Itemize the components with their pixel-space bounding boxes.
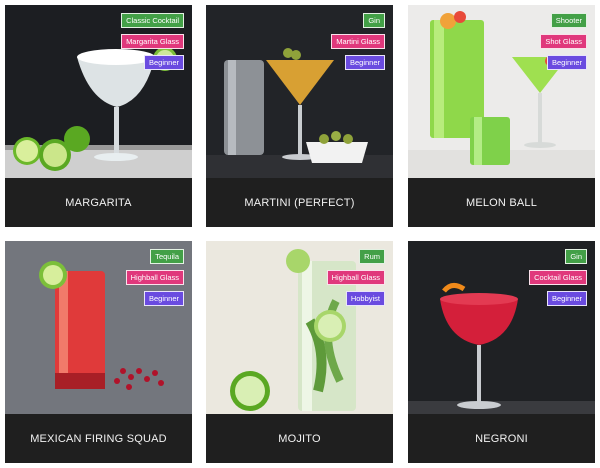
spirit-tag[interactable]: Shooter: [550, 13, 587, 28]
glass-tag[interactable]: Highball Glass: [326, 270, 385, 285]
glass-tag[interactable]: Cocktail Glass: [529, 270, 587, 285]
level-tag[interactable]: Beginner: [546, 291, 587, 306]
cocktail-name[interactable]: NEGRONI: [408, 414, 595, 463]
level-tag[interactable]: Beginner: [143, 291, 184, 306]
spirit-tag[interactable]: Classic Cocktail: [121, 13, 184, 28]
cocktail-card-melon-ball[interactable]: Shooter Shot Glass Beginner MELON BALL: [408, 5, 595, 227]
cocktail-name[interactable]: MOJITO: [206, 414, 393, 463]
cocktail-name[interactable]: MARGARITA: [5, 178, 192, 227]
cocktail-name[interactable]: MEXICAN FIRING SQUAD: [5, 414, 192, 463]
cocktail-card-mexican-firing-squad[interactable]: Tequila Highball Glass Beginner MEXICAN …: [5, 241, 192, 463]
cocktail-card-mojito[interactable]: Rum Highball Glass Hobbyist MOJITO: [206, 241, 393, 463]
spirit-tag[interactable]: Gin: [565, 249, 587, 264]
level-tag[interactable]: Beginner: [546, 55, 587, 70]
tag-list: Classic Cocktail Margarita Glass Beginne…: [121, 13, 184, 70]
level-tag[interactable]: Beginner: [344, 55, 385, 70]
spirit-tag[interactable]: Tequila: [150, 249, 184, 264]
spirit-tag[interactable]: Gin: [363, 13, 385, 28]
glass-tag[interactable]: Highball Glass: [125, 270, 184, 285]
cocktail-card-martini[interactable]: Gin Martini Glass Beginner MARTINI (PERF…: [206, 5, 393, 227]
tag-list: Tequila Highball Glass Beginner: [125, 249, 184, 306]
level-tag[interactable]: Hobbyist: [345, 291, 385, 306]
glass-tag[interactable]: Shot Glass: [540, 34, 587, 49]
spirit-tag[interactable]: Rum: [359, 249, 385, 264]
tag-list: Gin Cocktail Glass Beginner: [529, 249, 587, 306]
cocktail-card-negroni[interactable]: Gin Cocktail Glass Beginner NEGRONI: [408, 241, 595, 463]
level-tag[interactable]: Beginner: [143, 55, 184, 70]
tag-list: Gin Martini Glass Beginner: [331, 13, 385, 70]
tag-list: Rum Highball Glass Hobbyist: [326, 249, 385, 306]
cocktail-card-margarita[interactable]: Classic Cocktail Margarita Glass Beginne…: [5, 5, 192, 227]
glass-tag[interactable]: Martini Glass: [331, 34, 385, 49]
tag-list: Shooter Shot Glass Beginner: [540, 13, 587, 70]
cocktail-grid: Classic Cocktail Margarita Glass Beginne…: [0, 0, 600, 468]
cocktail-name[interactable]: MARTINI (PERFECT): [206, 178, 393, 227]
glass-tag[interactable]: Margarita Glass: [121, 34, 184, 49]
cocktail-name[interactable]: MELON BALL: [408, 178, 595, 227]
